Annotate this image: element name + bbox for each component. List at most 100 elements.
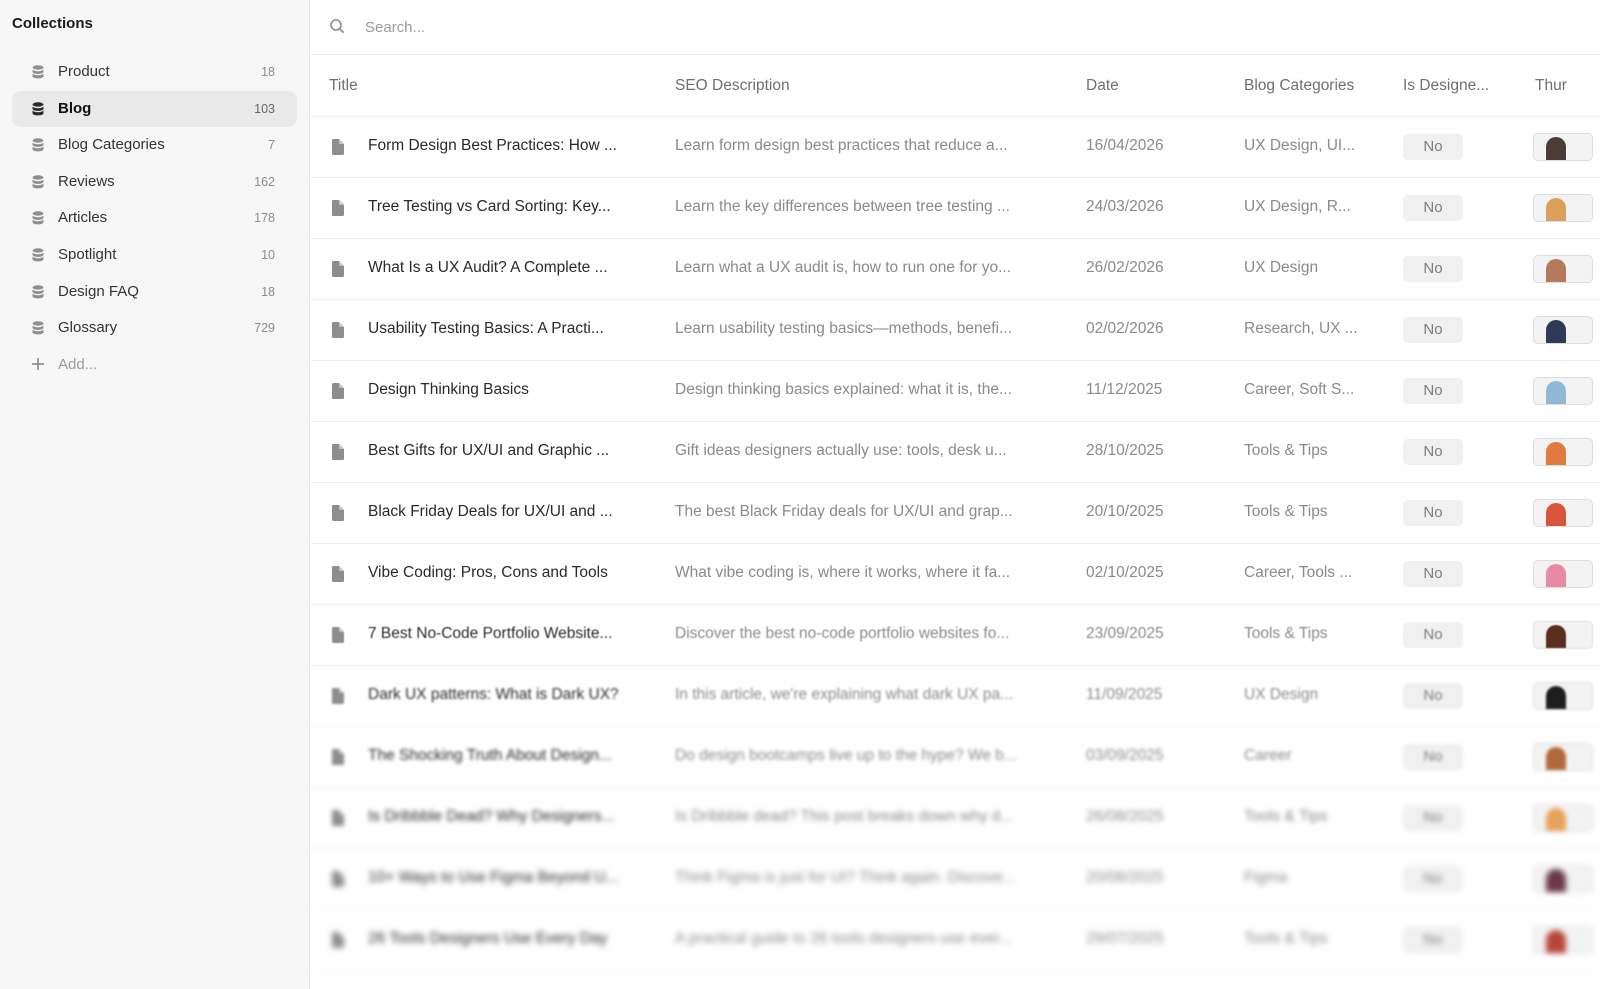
cell-title: Tree Testing vs Card Sorting: Key... [368,198,611,215]
database-icon [30,137,46,153]
database-icon [30,247,46,263]
cell-date: 11/12/2025 [1086,381,1163,398]
table-row[interactable]: Dark UX patterns: What is Dark UX? In thi… [311,666,1600,727]
cell-title: 26 Tools Designers Use Every Day [368,930,608,947]
sidebar-item-count: 18 [261,284,275,299]
cell-seo-description: Discover the best no-code portfolio webs… [675,625,1010,642]
thumbnail-image[interactable] [1533,499,1593,527]
cell-date: 20/10/2025 [1086,503,1164,520]
table-row[interactable]: Vibe Coding: Pros, Cons and Tools What vi… [311,544,1600,605]
cell-seo-description: Learn usability testing basics—methods, … [675,320,1012,337]
sidebar-item-blog[interactable]: Blog 103 [12,90,297,127]
database-icon [30,174,46,190]
add-collection-button[interactable]: Add... [12,347,297,383]
sidebar-item-reviews[interactable]: Reviews 162 [12,164,297,200]
cell-blog-categories: Research, UX ... [1244,320,1358,337]
database-icon [30,210,46,226]
sidebar: Collections Product 18 Blog 103 Blog Categor… [0,0,310,989]
cell-blog-categories: Figma [1244,869,1288,886]
column-header-title[interactable]: Title [329,77,358,95]
cell-title: 7 Best No-Code Portfolio Website... [368,625,613,642]
column-header-is-designer[interactable]: Is Designe... [1403,77,1489,95]
thumbnail-figure [1546,198,1566,221]
cell-seo-description: Do design bootcamps live up to the hype?… [675,747,1017,764]
sidebar-item-blog-categories[interactable]: Blog Categories 7 [12,127,297,163]
cell-date: 02/02/2026 [1086,320,1164,337]
table-row[interactable]: Tree Testing vs Card Sorting: Key... Lear… [311,178,1600,239]
cell-seo-description: In this article, we're explaining what d… [675,686,1014,703]
plus-icon [31,357,45,371]
thumbnail-figure [1546,686,1566,709]
sidebar-item-design-faq[interactable]: Design FAQ 18 [12,274,297,310]
sidebar-item-label: Reviews [58,172,115,190]
table-row[interactable]: Form Design Best Practices: How ... Learn… [311,117,1600,178]
sidebar-item-articles[interactable]: Articles 178 [12,200,297,236]
cell-date: 26/08/2025 [1086,808,1164,825]
cell-date: 16/04/2026 [1086,137,1164,154]
thumbnail-image[interactable] [1533,865,1593,893]
table-row[interactable]: Design Thinking Basics Design thinking ba… [311,361,1600,422]
table-row[interactable]: Is Dribbble Dead? Why Designers... Is Dri… [311,788,1600,849]
thumbnail-figure [1546,930,1566,953]
sidebar-item-count: 18 [261,65,275,79]
document-icon [331,139,345,155]
thumbnail-image[interactable] [1533,255,1593,283]
document-icon [331,566,345,582]
document-icon [331,505,345,521]
cell-date: 03/09/2025 [1086,747,1164,764]
sidebar-item-spotlight[interactable]: Spotlight 10 [12,237,297,273]
is-designer-badge: No [1403,378,1463,404]
table-row[interactable]: 26 Tools Designers Use Every Day A practi… [311,910,1600,971]
column-header-seo-description[interactable]: SEO Description [675,77,790,95]
thumbnail-image[interactable] [1533,926,1593,954]
sidebar-item-glossary[interactable]: Glossary 729 [12,310,297,346]
table-row[interactable]: 7 Best No-Code Portfolio Website... Disco… [311,605,1600,666]
search-input[interactable] [363,12,1067,42]
sidebar-item-label: Blog [58,99,92,117]
sidebar-item-count: 178 [254,211,275,226]
is-designer-badge: No [1403,683,1463,709]
thumbnail-image[interactable] [1533,133,1593,161]
cell-title: Usability Testing Basics: A Practi... [368,320,604,337]
sidebar-item-count: 103 [254,101,275,116]
document-icon [331,627,345,643]
thumbnail-image[interactable] [1533,682,1593,710]
table-row[interactable]: Black Friday Deals for UX/UI and ... The … [311,483,1600,544]
sidebar-item-label: Blog Categories [58,136,165,154]
is-designer-badge: No [1403,317,1463,343]
table-row[interactable]: Usability Testing Basics: A Practi... Lea… [311,300,1600,361]
table-row[interactable]: The Shocking Truth About Design... Do des… [311,727,1600,788]
database-icon [30,284,46,300]
database-icon [30,64,46,80]
table-body: Form Design Best Practices: How ... Learn… [311,117,1600,989]
document-icon [331,261,345,277]
thumbnail-image[interactable] [1533,316,1593,344]
column-header-date[interactable]: Date [1086,77,1119,95]
thumbnail-image[interactable] [1533,804,1593,832]
document-icon [331,322,345,338]
cell-blog-categories: UX Design, R... [1244,198,1351,215]
sidebar-item-count: 7 [268,138,275,153]
table-row[interactable]: Best Gifts for UX/UI and Graphic ... Gift… [311,422,1600,483]
document-icon [331,871,345,887]
cell-seo-description: Gift ideas designers actually use: tools… [675,442,1007,459]
is-designer-badge: No [1403,195,1463,221]
sidebar-item-count: 729 [254,321,275,336]
thumbnail-image[interactable] [1533,194,1593,222]
thumbnail-image[interactable] [1533,621,1593,649]
is-designer-badge: No [1403,927,1463,953]
table-row[interactable]: What Is a UX Audit? A Complete ... Learn … [311,239,1600,300]
document-icon [331,383,345,399]
is-designer-badge: No [1403,805,1463,831]
table-row[interactable]: 10+ Ways to Use Figma Beyond U... Think F… [311,849,1600,910]
sidebar-item-product[interactable]: Product 18 [12,54,297,90]
sidebar-item-label: Glossary [58,319,118,337]
column-header-blog-categories[interactable]: Blog Categories [1244,77,1354,95]
thumbnail-image[interactable] [1533,377,1593,405]
thumbnail-image[interactable] [1533,560,1593,588]
thumbnail-image[interactable] [1533,743,1593,771]
cell-seo-description: Think Figma is just for UI? Think again.… [675,869,1016,886]
cell-seo-description: Learn what a UX audit is, how to run one… [675,259,1012,276]
thumbnail-image[interactable] [1533,438,1593,466]
column-header-thumbnail[interactable]: Thur [1535,77,1567,95]
